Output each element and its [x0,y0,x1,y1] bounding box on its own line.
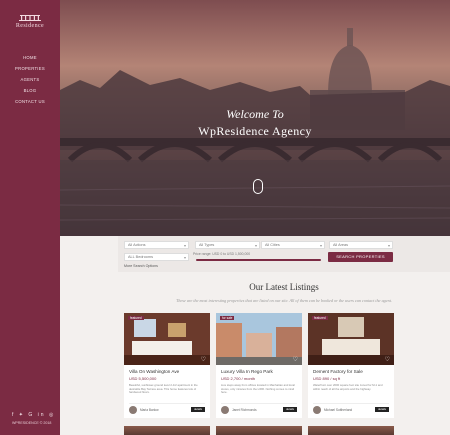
card-divider [313,403,389,404]
instagram-icon[interactable]: ◎ [49,412,55,418]
nav-blog[interactable]: BLOG [0,85,60,96]
details-button[interactable]: details [283,407,297,412]
search-properties-button[interactable]: SEARCH PROPERTIES [328,252,393,262]
nav-home[interactable]: HOME [0,52,60,63]
site-logo[interactable]: Residence [0,14,60,29]
listing-price: USD 2,700 / month [221,376,256,381]
copyright-text: WPRESIDENCE © 2018 [12,421,52,425]
facebook-icon[interactable]: f [12,412,15,418]
listing-title[interactable]: Villa On Washington Ave [129,369,207,374]
for-sale-badge: for sale [220,316,235,320]
scroll-down-icon[interactable] [253,179,263,194]
featured-badge: featured [128,316,144,320]
listing-card[interactable]: featured ♡ Villa On Washington Ave USD 5… [124,313,210,418]
favorite-heart-icon[interactable]: ♡ [293,357,298,363]
listing-price: USD 890 / sq ft [313,376,341,381]
listing-card[interactable]: for sale ♡ Luxury Villa In Rego Park USD… [216,313,302,418]
agent-name[interactable]: Janet Richmonds [232,408,257,412]
listings-title: Our Latest Listings [249,282,319,292]
hero-welcome-text: Welcome To [226,107,284,121]
price-range-slider[interactable] [196,259,321,261]
google-plus-icon[interactable]: G [28,412,34,418]
hero-banner: Welcome To WpResidence Agency [60,0,450,236]
listings-subtitle: These are the most interesting propertie… [176,298,392,303]
listing-description: Live steps away from offices located in … [221,383,295,395]
sidebar: Residence HOME PROPERTIES AGENTS BLOG CO… [0,0,60,435]
listing-card-peek[interactable] [124,426,210,435]
listing-title[interactable]: Luxury Villa In Rego Park [221,369,299,374]
listing-card[interactable]: featured ♡ Dement Factory for Sale USD 8… [308,313,394,418]
agent-avatar[interactable] [129,406,137,414]
listing-description: Waterfront over 2000 square foot site zo… [313,383,383,391]
listing-description: Beautiful, sunflower-ground level 2-1/2 … [129,383,198,395]
agent-avatar[interactable] [221,406,229,414]
nav-contact[interactable]: CONTACT US [0,96,60,107]
types-select[interactable]: All Types [195,241,260,249]
favorite-heart-icon[interactable]: ♡ [201,357,206,363]
listing-title[interactable]: Dement Factory for Sale [313,369,391,374]
more-search-options-link[interactable]: More Search Options [124,264,158,268]
card-divider [129,403,205,404]
listing-photo[interactable] [216,313,302,365]
cities-select[interactable]: All Cities [261,241,325,249]
listing-card-peek[interactable] [308,426,394,435]
hero-agency-title: WpResidence Agency [198,124,312,138]
main-nav: HOME PROPERTIES AGENTS BLOG CONTACT US [0,52,60,107]
listing-card-peek[interactable] [216,426,302,435]
agent-name[interactable]: Michael Suttherland [324,408,352,412]
details-button[interactable]: details [375,407,389,412]
advanced-search-bar: All Actions All Types All Cities All Are… [118,236,450,272]
listing-photo[interactable] [308,313,394,365]
favorite-heart-icon[interactable]: ♡ [385,357,390,363]
details-button[interactable]: details [191,407,205,412]
areas-select[interactable]: All Areas [329,241,393,249]
social-icons[interactable]: f ✦ G in ◎ [12,412,55,418]
listing-photo[interactable] [124,313,210,365]
price-range-label: Price range: USD 0 to USD 1,500,000 [193,252,251,256]
card-divider [221,403,297,404]
logo-building-icon [19,15,41,21]
actions-select[interactable]: All Actions [124,241,189,249]
nav-properties[interactable]: PROPERTIES [0,63,60,74]
nav-agents[interactable]: AGENTS [0,74,60,85]
brand-name: Residence [15,23,45,29]
listing-price: USD 5,500,000 [129,376,157,381]
featured-badge: featured [312,316,328,320]
twitter-icon[interactable]: ✦ [19,412,25,418]
bedrooms-select[interactable]: ALL Bedrooms [124,253,189,261]
linkedin-icon[interactable]: in [38,412,46,418]
agent-avatar[interactable] [313,406,321,414]
agent-name[interactable]: Maria Barlow [140,408,159,412]
